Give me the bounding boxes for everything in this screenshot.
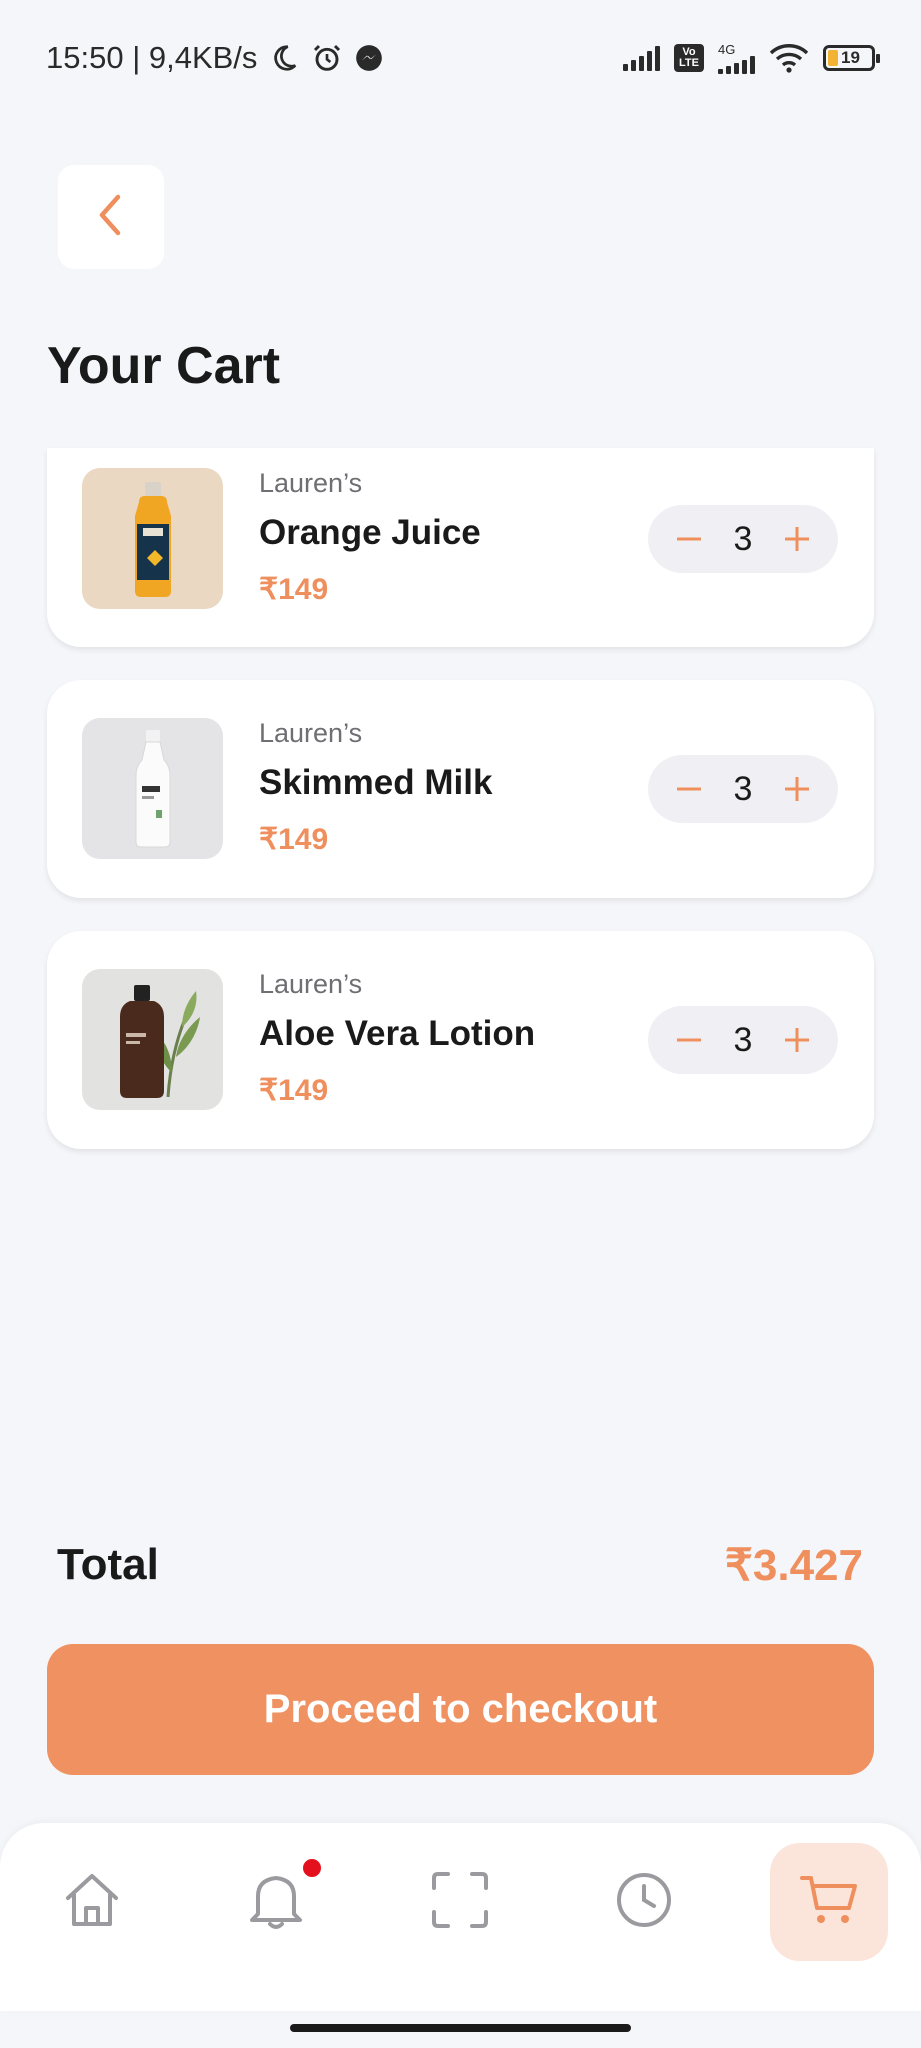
cart-item[interactable]: Lauren’s Aloe Vera Lotion ₹149 3	[47, 931, 874, 1149]
minus-icon[interactable]	[670, 1021, 708, 1059]
battery-level: 19	[841, 48, 860, 67]
nav-cart[interactable]	[770, 1843, 888, 1961]
quantity-value: 3	[733, 769, 753, 808]
plus-icon[interactable]	[778, 520, 816, 558]
moon-icon	[269, 43, 299, 73]
lotion-bottle-icon	[82, 969, 223, 1110]
item-price: ₹149	[259, 1074, 329, 1107]
quantity-stepper[interactable]: 3	[648, 755, 838, 823]
battery-icon: 19	[823, 45, 880, 71]
cart-item[interactable]: Lauren’s Orange Juice ₹149 3	[47, 448, 874, 647]
minus-icon[interactable]	[670, 770, 708, 808]
item-brand: Lauren’s	[259, 969, 363, 999]
status-left: 15:50 | 9,4KB/s	[46, 40, 383, 76]
messenger-icon	[355, 44, 383, 72]
notification-badge	[303, 1859, 321, 1877]
cart-icon	[799, 1872, 859, 1933]
nav-home[interactable]	[33, 1843, 151, 1961]
bell-icon	[246, 1868, 306, 1937]
item-price: ₹149	[259, 823, 329, 856]
item-name: Skimmed Milk	[259, 763, 493, 802]
signal-2-icon	[718, 55, 755, 74]
scan-icon	[430, 1870, 490, 1935]
item-name: Aloe Vera Lotion	[259, 1014, 536, 1053]
volte-icon: Vo LTE	[674, 44, 704, 72]
nav-history[interactable]	[585, 1843, 703, 1961]
plus-icon[interactable]	[778, 1021, 816, 1059]
total-label: Total	[57, 1540, 159, 1589]
status-time: 15:50 | 9,4KB/s	[46, 40, 258, 75]
minus-icon[interactable]	[670, 520, 708, 558]
quantity-stepper[interactable]: 3	[648, 1006, 838, 1074]
nav-notifications[interactable]	[217, 1843, 335, 1961]
quantity-value: 3	[733, 1020, 753, 1059]
orange-juice-bottle-icon	[82, 468, 223, 609]
home-icon	[60, 1868, 124, 1937]
wifi-icon	[769, 43, 809, 73]
home-indicator[interactable]	[290, 2024, 631, 2032]
plus-icon[interactable]	[778, 770, 816, 808]
history-icon	[614, 1870, 674, 1935]
signal-icon	[623, 45, 660, 71]
milk-bottle-icon	[82, 718, 223, 859]
bottom-nav	[0, 1823, 921, 2011]
item-price: ₹149	[259, 573, 329, 606]
chevron-left-icon	[96, 193, 126, 242]
item-name: Orange Juice	[259, 513, 481, 552]
status-right: Vo LTE 4G 19	[623, 43, 880, 74]
page-title: Your Cart	[47, 337, 281, 395]
alarm-icon	[311, 42, 343, 74]
nav-scan[interactable]	[401, 1843, 519, 1961]
back-button[interactable]	[58, 165, 164, 269]
item-brand: Lauren’s	[259, 468, 363, 498]
network-type: 4G	[718, 41, 736, 57]
quantity-stepper[interactable]: 3	[648, 505, 838, 573]
cart-item[interactable]: Lauren’s Skimmed Milk ₹149 3	[47, 680, 874, 898]
quantity-value: 3	[733, 519, 753, 558]
network-indicator: 4G	[718, 43, 755, 74]
checkout-button[interactable]: Proceed to checkout	[47, 1644, 874, 1775]
total-value: ₹3.427	[724, 1541, 863, 1590]
item-brand: Lauren’s	[259, 718, 363, 748]
status-bar: 15:50 | 9,4KB/s Vo LTE 4G 19	[0, 0, 921, 116]
